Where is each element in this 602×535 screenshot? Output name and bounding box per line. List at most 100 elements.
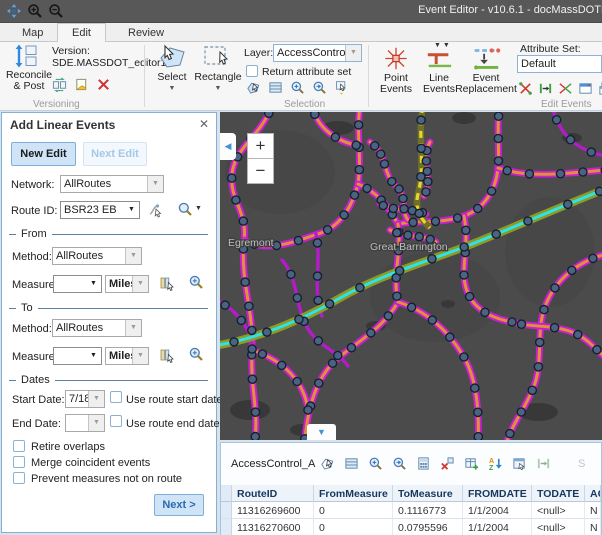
network-dropdown[interactable]: AllRoutes ▼ — [60, 175, 164, 193]
next-button[interactable]: Next > — [154, 494, 204, 516]
from-measure-value — [54, 276, 86, 292]
cell[interactable]: 1/1/2004 — [463, 519, 532, 535]
pan-to-selected-icon[interactable] — [312, 80, 327, 95]
measure-pick-icon[interactable] — [159, 275, 175, 291]
measure-pick-icon[interactable] — [159, 347, 175, 363]
column-header[interactable]: RouteID — [232, 485, 314, 502]
chevron-down-icon[interactable]: ▼ — [151, 83, 193, 94]
pan-icon[interactable] — [6, 3, 22, 19]
reconcile-post-button[interactable]: Reconcile & Post — [3, 44, 55, 92]
cell[interactable]: 11316269600 — [232, 502, 314, 519]
tab-review[interactable]: Review — [114, 26, 178, 42]
list-view-icon[interactable] — [268, 80, 283, 95]
select-route-on-map-icon[interactable] — [148, 202, 164, 218]
cell[interactable]: 0 — [314, 519, 393, 535]
zoom-to-selected-icon[interactable] — [290, 80, 305, 95]
column-header[interactable]: FromMeasure — [314, 485, 393, 502]
column-header[interactable]: FROMDATE — [463, 485, 532, 502]
start-date-label: Start Date: — [12, 394, 65, 406]
event-point — [553, 116, 561, 124]
list-view-icon[interactable] — [344, 456, 359, 471]
zoom-route-caret-icon[interactable]: ▼ — [195, 205, 202, 212]
merge-coincident-checkbox[interactable] — [13, 456, 25, 468]
prevent-measures-checkbox[interactable] — [13, 472, 25, 484]
attribute-window-icon[interactable] — [578, 81, 593, 96]
cell[interactable]: 0 — [314, 502, 393, 519]
offset-event-icon[interactable] — [538, 81, 553, 96]
select-button[interactable]: Select ▼ — [151, 44, 193, 94]
cell[interactable]: 1/1/2004 — [463, 502, 532, 519]
cell[interactable]: 11316270600 — [232, 519, 314, 535]
column-header[interactable]: AC — [585, 485, 601, 502]
chevron-down-icon[interactable]: ▼ — [194, 83, 242, 94]
zoom-to-route-icon[interactable] — [177, 201, 193, 217]
use-route-start-checkbox[interactable] — [110, 391, 122, 403]
to-unit-dropdown[interactable]: Miles ▼ — [105, 347, 149, 365]
event-point — [295, 315, 303, 323]
zoom-to-measure-icon[interactable] — [188, 346, 204, 362]
end-date-dropdown[interactable]: ▼ — [65, 414, 105, 432]
select-features-icon[interactable] — [320, 456, 335, 471]
rectangle-select-button[interactable]: Rectangle ▼ — [194, 44, 242, 94]
merge-event-icon[interactable] — [558, 81, 573, 96]
collapse-panel-arrow[interactable]: ◀ — [220, 133, 236, 160]
compare-versions-icon[interactable] — [52, 77, 67, 92]
from-unit-dropdown[interactable]: Miles ▼ — [105, 275, 149, 293]
next-edit-button[interactable]: Next Edit — [83, 142, 147, 166]
table-more-button[interactable]: S — [578, 458, 585, 470]
return-attribute-checkbox[interactable] — [246, 65, 258, 77]
column-header[interactable]: ToMeasure — [393, 485, 463, 502]
event-point — [593, 346, 601, 354]
table-tools: AZ — [320, 456, 551, 471]
add-record-icon[interactable] — [464, 456, 479, 471]
delete-version-icon[interactable] — [96, 77, 111, 92]
tab-map[interactable]: Map — [8, 26, 57, 42]
event-replacement-button[interactable]: Event Replacement — [455, 46, 517, 95]
point-events-button[interactable]: Point Events — [375, 46, 417, 95]
select-features-icon[interactable] — [246, 80, 261, 95]
select-tool-menu-icon[interactable] — [334, 80, 349, 95]
cell[interactable]: N — [585, 502, 601, 519]
column-header[interactable]: TODATE — [532, 485, 585, 502]
clear-selection-icon[interactable] — [440, 456, 455, 471]
close-icon[interactable]: ✕ — [199, 117, 209, 131]
use-route-end-checkbox[interactable] — [110, 415, 122, 427]
cell[interactable]: <null> — [532, 519, 585, 535]
new-version-icon[interactable] — [74, 77, 89, 92]
collapse-table-arrow[interactable]: ▼ — [307, 424, 336, 440]
to-method-dropdown[interactable]: AllRoutes ▼ — [52, 319, 142, 337]
new-edit-button[interactable]: New Edit — [11, 142, 76, 166]
table-layer-name: AccessControl_A — [231, 458, 315, 470]
to-measure-combo[interactable]: ▼ — [53, 347, 102, 365]
secondary-window-icon[interactable] — [598, 81, 602, 96]
zoom-out-icon[interactable] — [48, 3, 64, 19]
pan-to-selected-icon[interactable] — [392, 456, 407, 471]
layer-dropdown[interactable]: AccessControl_A ▼ — [273, 44, 362, 62]
attribute-window-icon[interactable] — [512, 456, 527, 471]
map-zoom-in-button[interactable]: + — [247, 133, 274, 159]
zoom-to-measure-icon[interactable] — [188, 274, 204, 290]
attribute-set-dropdown[interactable]: Default — [517, 55, 602, 73]
cell[interactable]: 0.0795596 — [393, 519, 463, 535]
line-events-carets-icon[interactable]: ▼▼ — [434, 42, 452, 49]
split-event-icon[interactable] — [518, 81, 533, 96]
map-canvas[interactable]: Egremont Great Barrington ◀ + − ▼ — [220, 112, 602, 440]
from-measure-combo[interactable]: ▼ — [53, 275, 102, 293]
cell[interactable]: <null> — [532, 502, 585, 519]
start-date-dropdown[interactable]: 7/18/ ▼ — [65, 390, 105, 408]
zoom-in-icon[interactable] — [27, 3, 43, 19]
row-selector[interactable] — [221, 502, 232, 519]
cell[interactable]: 0.1116773 — [393, 502, 463, 519]
line-events-button[interactable]: Line Events — [419, 46, 459, 95]
route-id-combo[interactable]: BSR23 EB ▼ — [60, 201, 140, 219]
cell[interactable]: N — [585, 519, 601, 535]
sort-icon[interactable]: AZ — [488, 456, 503, 471]
offset-event-icon[interactable] — [536, 456, 551, 471]
calculator-icon[interactable] — [416, 456, 431, 471]
retire-overlaps-checkbox[interactable] — [13, 440, 25, 452]
row-selector[interactable] — [221, 519, 232, 535]
title-bar: Event Editor - v10.6.1 - docMassDOTI — [0, 0, 602, 23]
map-zoom-out-button[interactable]: − — [247, 158, 274, 184]
from-method-dropdown[interactable]: AllRoutes ▼ — [52, 247, 142, 265]
zoom-to-selected-icon[interactable] — [368, 456, 383, 471]
